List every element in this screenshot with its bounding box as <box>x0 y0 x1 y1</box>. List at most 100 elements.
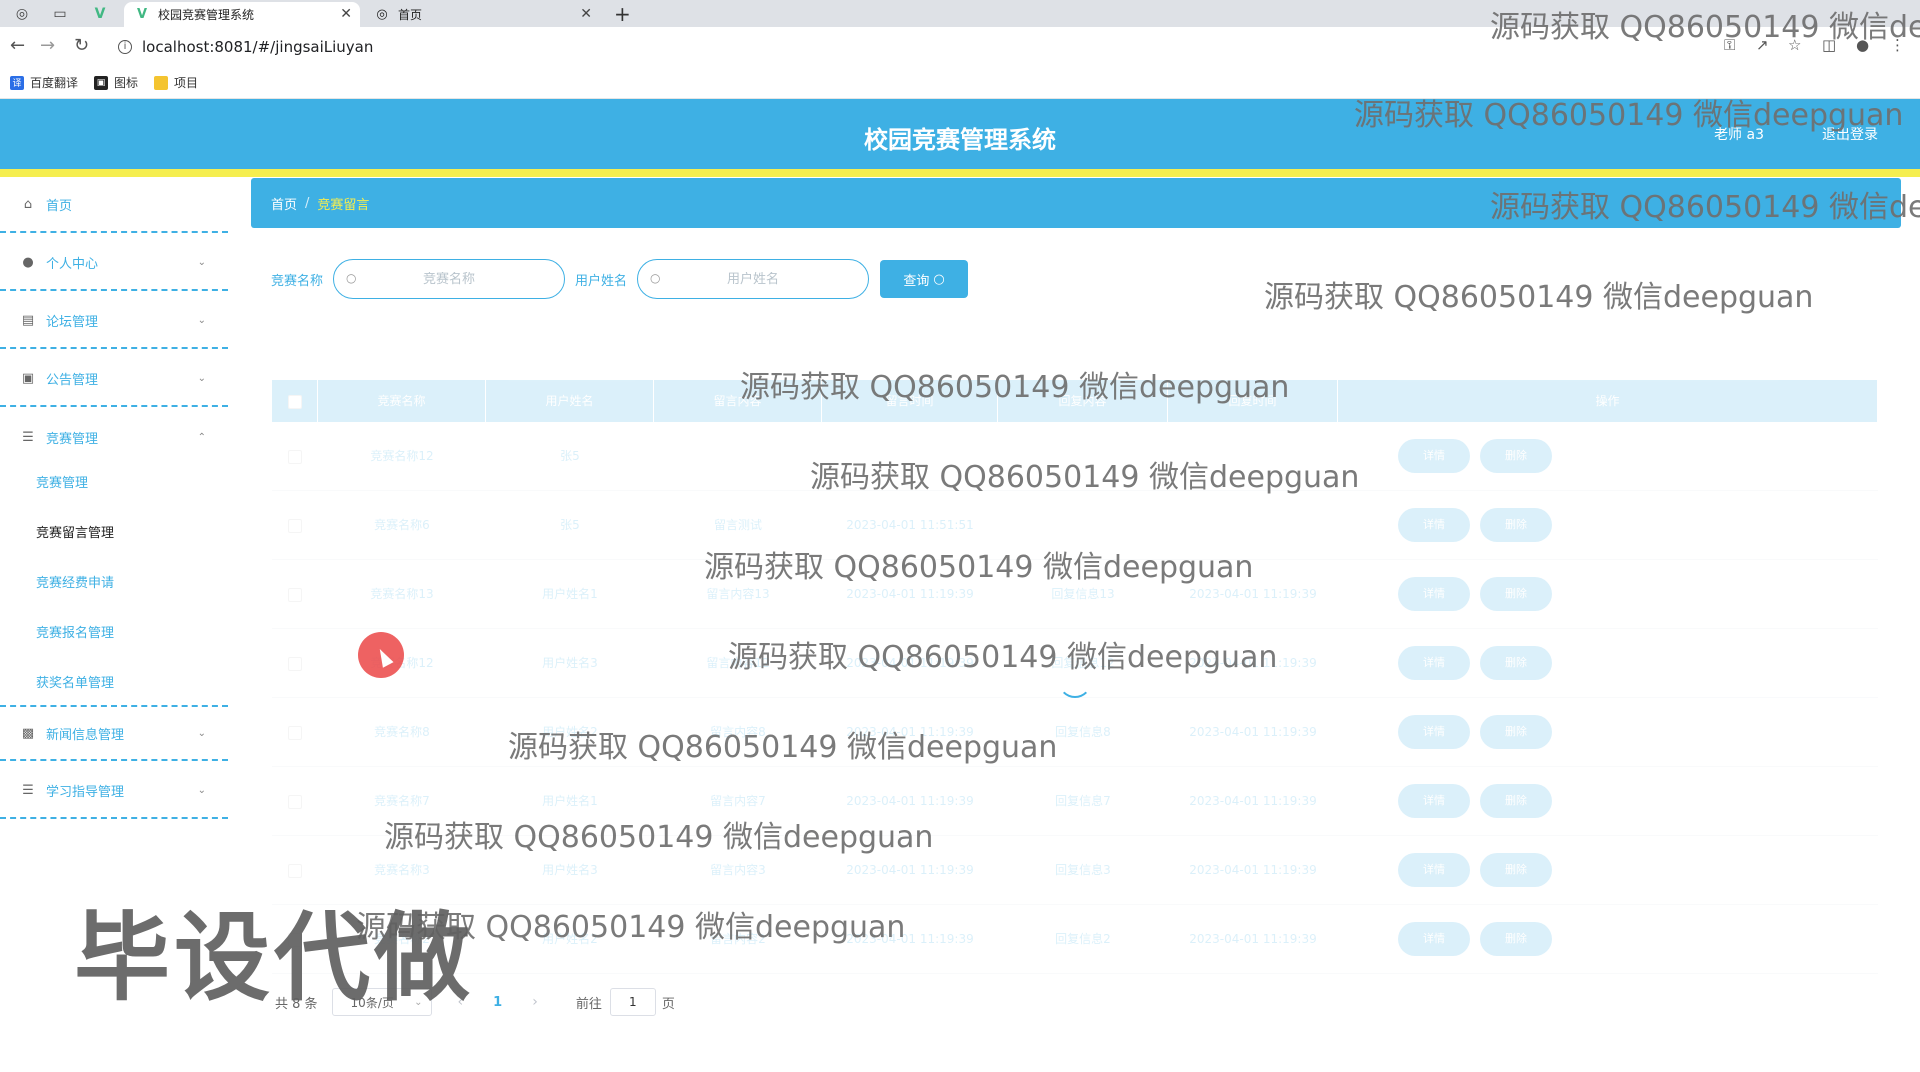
browser-tab-active[interactable]: V 校园竞赛管理系统 ✕ <box>124 2 360 27</box>
table-cell-reply: 回复信息3 <box>1055 863 1111 877</box>
username-input[interactable] <box>663 271 844 287</box>
close-icon[interactable]: ✕ <box>580 6 592 22</box>
table-cell-user: 张5 <box>560 518 580 532</box>
watermark: 源码获取 QQ86050149 微信deepguan <box>1490 190 1920 225</box>
tab-title: 校园竞赛管理系统 <box>158 8 255 22</box>
page-number[interactable]: 1 <box>493 995 502 1010</box>
details-button[interactable]: 详情 <box>1398 577 1470 611</box>
watermark: 源码获取 QQ86050149 微信deepguan <box>1354 98 1904 133</box>
delete-button[interactable]: 删除 <box>1480 646 1552 680</box>
search-form: 竞赛名称 ○ 用户姓名 ○ 查询 ○ <box>271 259 969 299</box>
row-checkbox[interactable] <box>272 560 318 629</box>
delete-button[interactable]: 删除 <box>1480 508 1552 542</box>
details-button[interactable]: 详情 <box>1398 439 1470 473</box>
sidebar-item-profile[interactable]: ● 个人中心 ⌄ <box>0 235 228 291</box>
forum-icon: ▤ <box>21 312 35 328</box>
watermark: 源码获取 QQ86050149 微信deepguan <box>810 460 1360 495</box>
chevron-down-icon: ⌄ <box>197 372 206 384</box>
delete-button[interactable]: 删除 <box>1480 922 1552 956</box>
tab-title: 首页 <box>398 8 423 22</box>
bookmark-icons[interactable]: ▣ 图标 <box>94 74 138 91</box>
table-cell-reply: 回复信息2 <box>1055 932 1111 946</box>
table-cell-name: 竞赛名称12 <box>370 449 434 463</box>
query-button[interactable]: 查询 ○ <box>880 260 969 298</box>
search-icon: ○ <box>933 271 945 287</box>
bookmark-translate[interactable]: 译 百度翻译 <box>10 74 78 91</box>
details-button[interactable]: 详情 <box>1398 784 1470 818</box>
vue-icon[interactable]: V <box>86 3 114 25</box>
table-cell-name: 竞赛名称13 <box>370 587 434 601</box>
info-icon[interactable]: i <box>118 40 132 54</box>
search-icon: ○ <box>346 271 357 285</box>
url-field[interactable]: i localhost:8081/#/jingsaiLiuyan <box>108 32 1708 62</box>
sidebar-subitem-funding[interactable]: 竞赛经费申请 <box>36 572 114 591</box>
details-button[interactable]: 详情 <box>1398 508 1470 542</box>
goto-page-input[interactable]: 1 <box>609 988 656 1016</box>
details-button[interactable]: 详情 <box>1398 853 1470 887</box>
table-cell-content <box>654 422 822 491</box>
row-checkbox[interactable] <box>272 629 318 698</box>
globe-icon[interactable]: ◎ <box>8 3 36 25</box>
close-icon[interactable]: ✕ <box>340 6 352 22</box>
chat-icon: ▩ <box>21 725 35 741</box>
browser-tab[interactable]: ◎ 首页 ✕ <box>364 2 600 27</box>
chevron-down-icon: ⌄ <box>197 314 206 326</box>
delete-button[interactable]: 删除 <box>1480 784 1552 818</box>
breadcrumb-home[interactable]: 首页 <box>271 194 297 213</box>
search-icon: ○ <box>650 271 661 285</box>
watermark: 源码获取 QQ86050149 微信deepguan <box>740 370 1290 405</box>
username-field: ○ <box>637 259 870 299</box>
delete-button[interactable]: 删除 <box>1480 853 1552 887</box>
row-checkbox[interactable] <box>272 491 318 560</box>
tab-placeholder-icon[interactable]: ▭ <box>46 3 74 25</box>
sidebar-subitem-messages[interactable]: 竞赛留言管理 <box>36 522 114 541</box>
breadcrumb-separator: / <box>305 195 310 211</box>
goto-suffix: 页 <box>661 996 675 1012</box>
competition-name-input[interactable] <box>359 271 540 287</box>
bookmark-project[interactable]: 项目 <box>154 74 198 91</box>
delete-button[interactable]: 删除 <box>1480 577 1552 611</box>
delete-button[interactable]: 删除 <box>1480 715 1552 749</box>
sidebar-item-study[interactable]: ☰ 学习指导管理 ⌄ <box>0 763 228 819</box>
search-label-competition: 竞赛名称 <box>271 273 324 289</box>
search-label-username: 用户姓名 <box>575 273 628 289</box>
sidebar-item-notice[interactable]: ▣ 公告管理 ⌄ <box>0 351 228 407</box>
chevron-down-icon: ⌄ <box>197 784 206 796</box>
forward-icon[interactable]: → <box>40 35 55 56</box>
reload-icon[interactable]: ↻ <box>74 35 89 56</box>
table-cell-reply-time: 2023-04-01 11:19:39 <box>1189 863 1317 877</box>
next-page-icon[interactable]: › <box>532 994 538 1010</box>
column-header: 操作 <box>1338 380 1878 422</box>
sidebar-subitem-competition[interactable]: 竞赛管理 <box>36 472 88 491</box>
breadcrumb-current: 竞赛留言 <box>317 197 370 213</box>
column-header: 竞赛名称 <box>318 380 486 422</box>
briefcase-icon: ▣ <box>21 370 35 386</box>
sidebar-item-competition[interactable]: ☰ 竞赛管理 ⌃ <box>0 409 228 465</box>
url-text: localhost:8081/#/jingsaiLiuyan <box>142 38 374 56</box>
table-cell-reply: 回复信息7 <box>1055 794 1111 808</box>
select-all-checkbox[interactable] <box>272 380 318 422</box>
details-button[interactable]: 详情 <box>1398 646 1470 680</box>
table-cell-user: 用户姓名1 <box>542 587 598 601</box>
globe-icon: ◎ <box>376 7 388 22</box>
watermark: 源码获取 QQ86050149 微信deepguan <box>508 730 1058 765</box>
new-tab-icon[interactable]: + <box>614 2 631 26</box>
chevron-down-icon: ⌄ <box>197 727 206 739</box>
sidebar-item-news[interactable]: ▩ 新闻信息管理 ⌄ <box>0 705 228 761</box>
details-button[interactable]: 详情 <box>1398 922 1470 956</box>
goto-label: 前往 <box>575 996 602 1012</box>
big-watermark: 毕设代做 <box>74 902 474 1014</box>
sidebar-item-home[interactable]: ⌂ 首页 <box>0 177 228 233</box>
row-checkbox[interactable] <box>272 698 318 767</box>
column-header: 用户姓名 <box>486 380 654 422</box>
sidebar-subitem-winners[interactable]: 获奖名单管理 <box>36 672 114 691</box>
delete-button[interactable]: 删除 <box>1480 439 1552 473</box>
table-cell-user: 张5 <box>560 449 580 463</box>
row-checkbox[interactable] <box>272 767 318 836</box>
row-checkbox[interactable] <box>272 422 318 491</box>
sidebar-item-forum[interactable]: ▤ 论坛管理 ⌄ <box>0 293 228 349</box>
folder-icon <box>154 75 169 90</box>
details-button[interactable]: 详情 <box>1398 715 1470 749</box>
sidebar-subitem-registration[interactable]: 竞赛报名管理 <box>36 622 114 641</box>
back-icon[interactable]: ← <box>10 35 25 56</box>
